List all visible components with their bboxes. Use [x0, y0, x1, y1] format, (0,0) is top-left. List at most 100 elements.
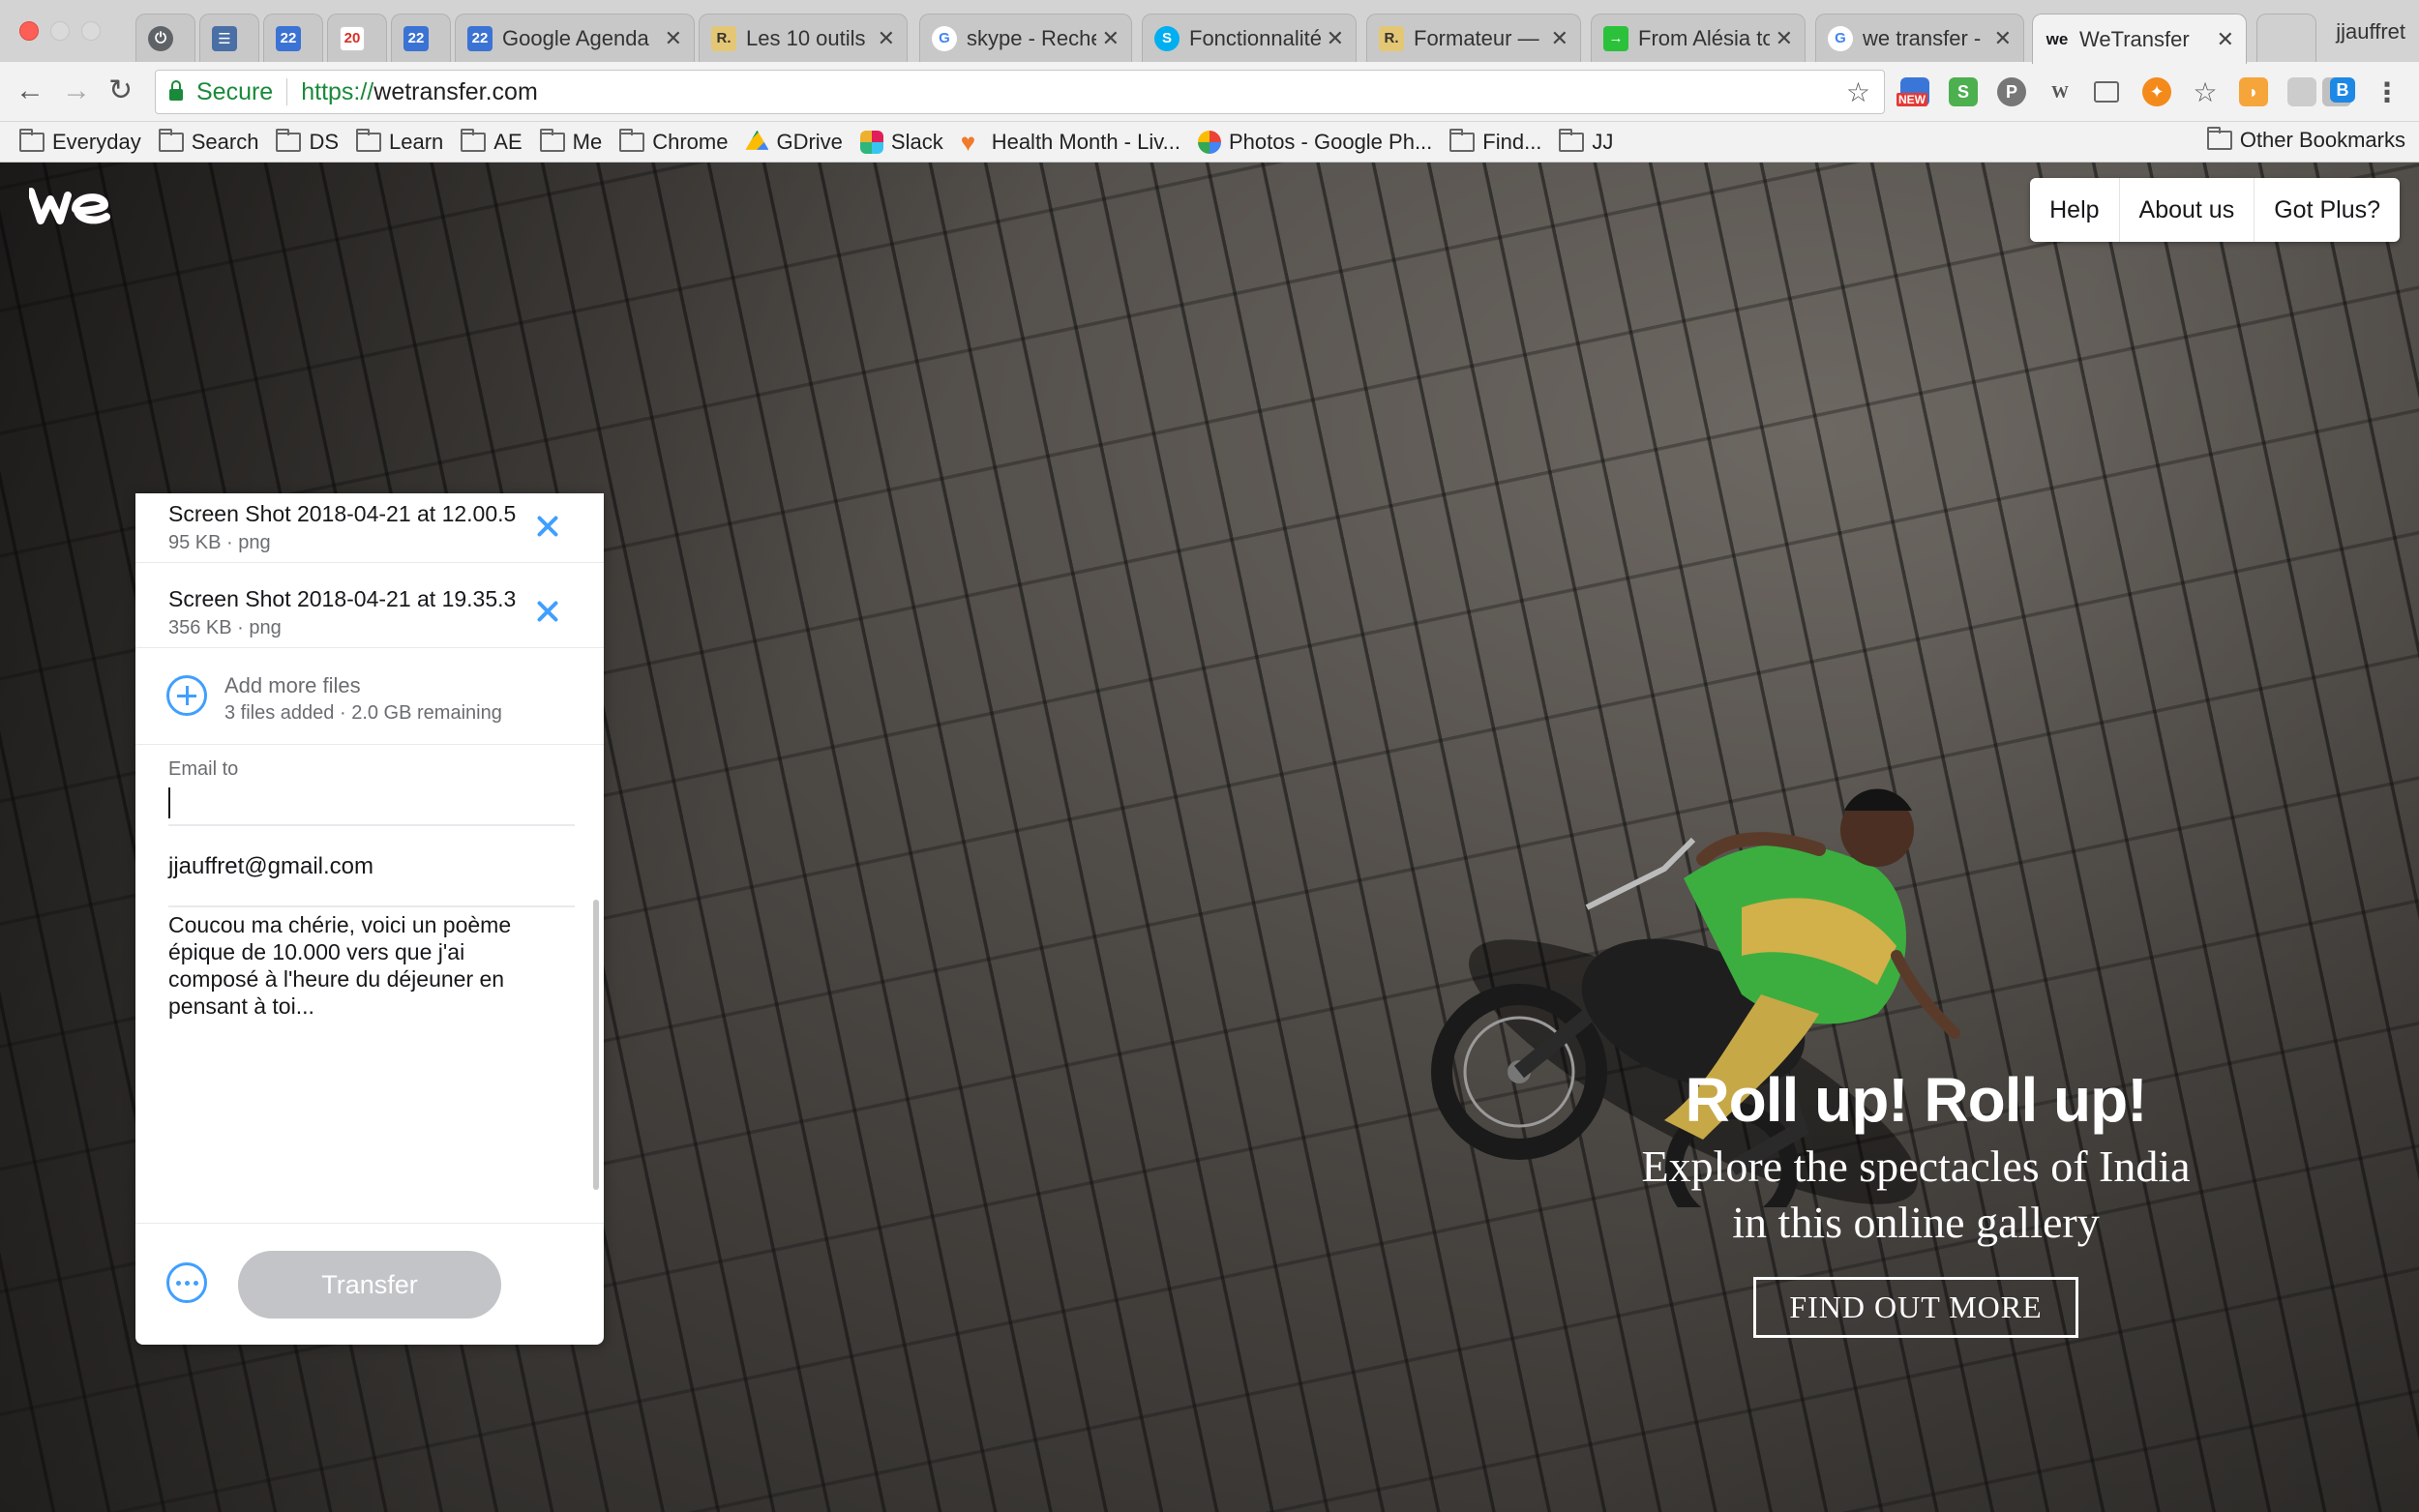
lock-icon	[169, 80, 183, 101]
more-options-icon[interactable]	[166, 1262, 207, 1303]
bookmark-label: JJ	[1592, 129, 1614, 154]
power-icon: ⏻	[148, 25, 173, 51]
new-badge: NEW	[1896, 93, 1927, 106]
file-name: Screen Shot 2018-04-21 at 19.35.3	[168, 586, 517, 611]
google-photos-icon	[1197, 130, 1221, 154]
tab-google-agenda[interactable]: 22 Google Agenda ✕	[455, 14, 695, 62]
tab-close-icon[interactable]: ✕	[1327, 26, 1344, 51]
remove-file-icon[interactable]	[534, 598, 561, 625]
bookmark-google-photos[interactable]: Photos - Google Ph...	[1197, 130, 1432, 155]
tab-pinned-1[interactable]: ⏻	[135, 14, 195, 62]
bookmark-everyday[interactable]: Everyday	[19, 128, 141, 155]
find-out-more-button[interactable]: FIND OUT MORE	[1753, 1277, 2078, 1338]
extension-gray-icon[interactable]	[2287, 77, 2316, 106]
tab-title: skype - Reche	[967, 25, 1096, 50]
tab-close-icon[interactable]: ✕	[878, 26, 895, 51]
tab-wetransfer[interactable]: we WeTransfer ✕	[2032, 14, 2247, 64]
new-tab-button[interactable]	[2256, 14, 2316, 62]
tab-les-10-outils[interactable]: R. Les 10 outils d ✕	[699, 14, 908, 62]
bookmark-ds[interactable]: DS	[276, 128, 339, 155]
skype-icon: S	[1154, 25, 1180, 51]
bookmark-search[interactable]: Search	[158, 128, 258, 155]
tab-close-icon[interactable]: ✕	[665, 26, 682, 51]
calendar-icon: 22	[403, 25, 429, 51]
your-email-field[interactable]: jjauffret@gmail.com	[168, 828, 575, 907]
tab-close-icon[interactable]: ✕	[1994, 26, 2012, 51]
tab-fonctionnalite[interactable]: S Fonctionnalité ✕	[1142, 14, 1357, 62]
scrollbar[interactable]	[593, 900, 599, 1190]
back-arrow-icon[interactable]: ←	[15, 75, 45, 106]
google-icon: G	[1828, 25, 1853, 51]
tab-close-icon[interactable]: ✕	[2217, 27, 2234, 52]
bookmark-jj[interactable]: JJ	[1559, 128, 1614, 155]
extension-s-icon[interactable]: S	[1949, 77, 1978, 106]
tab-we-transfer-search[interactable]: G we transfer - ✕	[1815, 14, 2024, 62]
bookmark-health-month[interactable]: ♥ Health Month - Liv...	[961, 130, 1180, 155]
add-more-files-button[interactable]: Add more files 3 files added · 2.0 GB re…	[135, 648, 604, 745]
bookmark-star-icon[interactable]: ☆	[1846, 76, 1870, 108]
bookmark-label: Me	[572, 129, 603, 154]
bookmark-label: GDrive	[776, 129, 843, 154]
other-bookmarks[interactable]: Other Bookmarks	[2206, 127, 2405, 153]
extension-new-icon[interactable]: NEW	[1896, 77, 1929, 106]
meta-separator: ·	[237, 617, 244, 638]
tab-pinned-2[interactable]: ☰	[199, 14, 259, 62]
tab-title: Google Agenda	[502, 25, 649, 50]
bookmark-gdrive[interactable]: GDrive	[745, 129, 843, 155]
bookmark-chrome[interactable]: Chrome	[619, 128, 728, 155]
bookmark-slack[interactable]: Slack	[859, 130, 943, 155]
bookmark-ae[interactable]: AE	[461, 128, 523, 155]
folder-icon	[1559, 128, 1585, 152]
tab-formateur[interactable]: R. Formateur — ✕	[1366, 14, 1581, 62]
wetransfer-logo[interactable]	[27, 186, 110, 231]
email-to-field[interactable]: Email to	[168, 745, 575, 826]
tab-close-icon[interactable]: ✕	[1102, 26, 1120, 51]
cast-icon[interactable]	[2094, 81, 2119, 103]
toolbar: ← → ↻ Secure https:// wetransfer.com ☆ N…	[0, 62, 2419, 122]
bookmark-find[interactable]: Find...	[1449, 128, 1542, 155]
bookmark-me[interactable]: Me	[539, 128, 603, 155]
bookmark-label: Health Month - Liv...	[991, 129, 1180, 154]
window-maximize-button[interactable]	[81, 21, 101, 41]
extension-b-icon[interactable]: B	[2330, 77, 2355, 103]
got-plus-link[interactable]: Got Plus?	[2255, 178, 2400, 242]
fox-icon[interactable]: ✦	[2142, 77, 2171, 106]
address-bar[interactable]: Secure https:// wetransfer.com ☆	[155, 70, 1885, 114]
slack-icon	[859, 130, 883, 154]
window-minimize-button[interactable]	[50, 21, 70, 41]
tab-close-icon[interactable]: ✕	[1776, 26, 1793, 51]
tab-from-alesia[interactable]: → From Alésia to ✕	[1591, 14, 1806, 62]
bookmark-learn[interactable]: Learn	[356, 128, 443, 155]
forward-arrow-icon[interactable]: →	[62, 75, 91, 106]
meta-separator: ·	[226, 532, 233, 553]
menu-kebab-icon[interactable]: ⋮	[2373, 77, 2402, 107]
pinterest-icon[interactable]: P	[1997, 77, 2026, 106]
tab-pinned-5[interactable]: 22	[391, 14, 451, 62]
transfer-button[interactable]: Transfer	[238, 1251, 501, 1319]
file-type: png	[249, 617, 282, 638]
message-textarea[interactable]: Coucou ma chérie, voici un poème épique …	[168, 911, 555, 1020]
window-close-button[interactable]	[19, 21, 39, 41]
profile-name[interactable]: jjauffret	[2336, 19, 2405, 44]
google-drive-icon	[745, 130, 769, 150]
tab-close-icon[interactable]: ✕	[1551, 26, 1568, 51]
tab-pinned-4[interactable]: 20	[327, 14, 387, 62]
remove-file-icon[interactable]	[534, 513, 561, 540]
tab-title: Formateur —	[1414, 25, 1539, 50]
tab-skype-search[interactable]: G skype - Reche ✕	[919, 14, 1132, 62]
tasks-icon: ☰	[212, 25, 237, 51]
wikipedia-icon[interactable]: W	[2046, 77, 2075, 106]
reload-icon[interactable]: ↻	[108, 75, 133, 106]
folder-icon	[158, 128, 184, 152]
email-to-label: Email to	[168, 758, 239, 780]
calendar-icon: 22	[467, 25, 493, 51]
tab-pinned-3[interactable]: 22	[263, 14, 323, 62]
help-link[interactable]: Help	[2030, 178, 2120, 242]
file-item: Screen Shot 2018-04-21 at 19.35.3 356 KB…	[135, 563, 604, 648]
bookmark-label: Find...	[1482, 129, 1542, 154]
rss-icon[interactable]: ◗	[2239, 77, 2268, 106]
about-us-link[interactable]: About us	[2120, 178, 2255, 242]
file-name: Screen Shot 2018-04-21 at 12.00.5	[168, 501, 517, 526]
star-outline-icon[interactable]: ☆	[2191, 77, 2220, 107]
dot	[184, 1280, 190, 1286]
